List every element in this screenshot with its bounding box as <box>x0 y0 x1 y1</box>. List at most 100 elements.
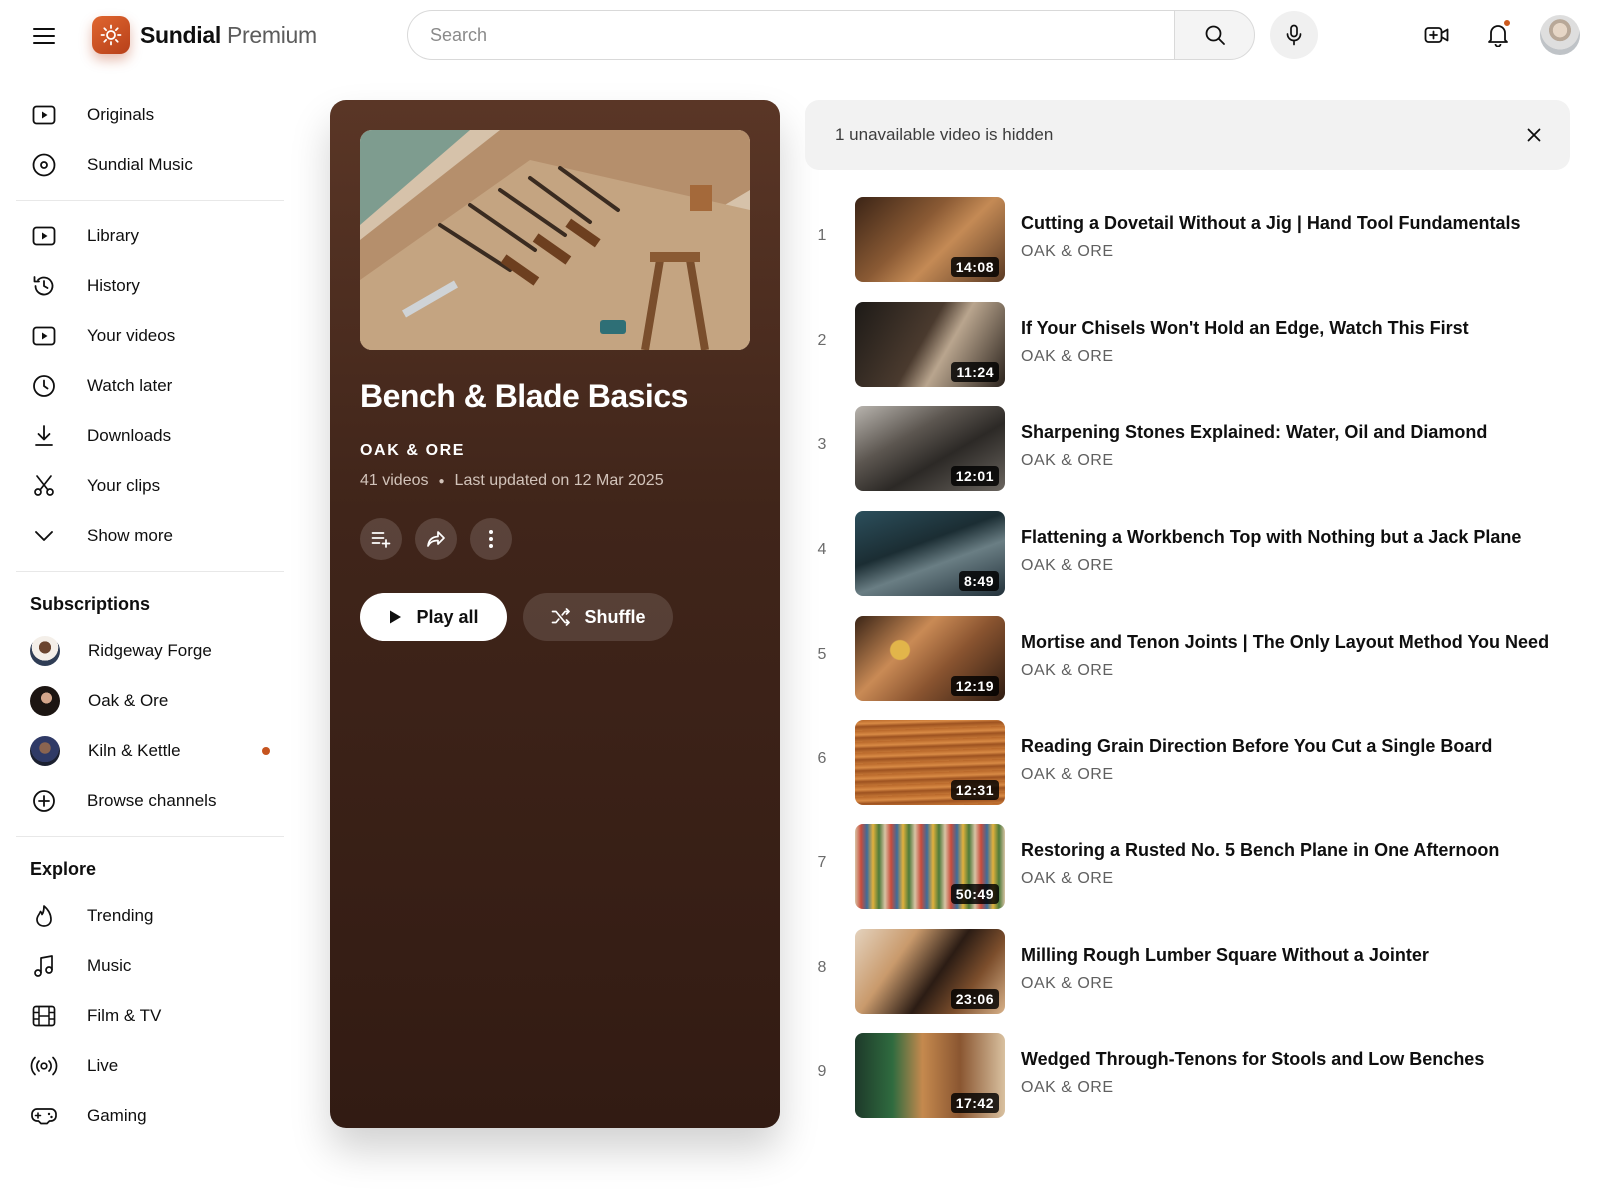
video-channel[interactable]: OAK & ORE <box>1021 662 1114 680</box>
share-icon <box>427 531 445 547</box>
video-title[interactable]: Restoring a Rusted No. 5 Bench Plane in … <box>1021 840 1499 861</box>
notification-badge <box>1503 19 1511 27</box>
playlist-cover-image[interactable] <box>360 130 750 350</box>
video-title[interactable]: Cutting a Dovetail Without a Jig | Hand … <box>1021 213 1521 234</box>
subscription-item[interactable]: Oak & Ore <box>0 676 290 726</box>
share-button[interactable] <box>415 518 457 560</box>
sidebar: Originals Sundial Music Library History … <box>0 90 290 1141</box>
search-input[interactable] <box>407 10 1174 60</box>
sidebar-item-music-app[interactable]: Sundial Music <box>0 140 290 190</box>
video-channel[interactable]: OAK & ORE <box>1021 557 1114 575</box>
sundial-logo[interactable]: Sundial Premium <box>92 16 317 54</box>
video-title[interactable]: Mortise and Tenon Joints | The Only Layo… <box>1021 632 1549 653</box>
video-duration: 17:42 <box>950 1093 999 1113</box>
video-thumbnail[interactable]: 12:31 <box>855 720 1005 805</box>
video-channel[interactable]: OAK & ORE <box>1021 243 1114 261</box>
video-channel[interactable]: OAK & ORE <box>1021 975 1114 993</box>
sidebar-item-show-more[interactable]: Show more <box>0 511 290 561</box>
video-title[interactable]: Sharpening Stones Explained: Water, Oil … <box>1021 422 1487 443</box>
subscription-item[interactable]: Kiln & Kettle <box>0 726 290 776</box>
video-channel[interactable]: OAK & ORE <box>1021 766 1114 784</box>
video-title[interactable]: Flattening a Workbench Top with Nothing … <box>1021 527 1521 548</box>
create-video-button[interactable] <box>1417 15 1457 55</box>
history-icon <box>30 272 58 300</box>
video-thumbnail[interactable]: 17:42 <box>855 1033 1005 1118</box>
video-title[interactable]: If Your Chisels Won't Hold an Edge, Watc… <box>1021 318 1469 339</box>
sidebar-item-library[interactable]: Library <box>0 211 290 261</box>
sidebar-item-music[interactable]: Music <box>0 941 290 991</box>
save-to-library-button[interactable] <box>360 518 402 560</box>
video-title[interactable]: Reading Grain Direction Before You Cut a… <box>1021 736 1492 757</box>
sidebar-item-downloads[interactable]: Downloads <box>0 411 290 461</box>
video-index: 8 <box>817 959 827 976</box>
more-options-button[interactable] <box>470 518 512 560</box>
sidebar-item-film-tv[interactable]: Film & TV <box>0 991 290 1041</box>
play-all-button[interactable]: Play all <box>360 593 507 641</box>
video-thumbnail[interactable]: 8:49 <box>855 511 1005 596</box>
video-thumbnail[interactable]: 12:01 <box>855 406 1005 491</box>
account-avatar[interactable] <box>1540 15 1580 55</box>
playlist-video-row[interactable]: 5 12:19 Mortise and Tenon Joints | The O… <box>805 616 1570 704</box>
voice-search-button[interactable] <box>1270 11 1318 59</box>
playlist-video-row[interactable]: 7 50:49 Restoring a Rusted No. 5 Bench P… <box>805 824 1570 912</box>
video-channel[interactable]: OAK & ORE <box>1021 348 1114 366</box>
sidebar-item-your-videos[interactable]: Your videos <box>0 311 290 361</box>
playlist-video-row[interactable]: 1 14:08 Cutting a Dovetail Without a Jig… <box>805 197 1570 285</box>
shuffle-label: Shuffle <box>584 606 646 627</box>
play-all-label: Play all <box>416 606 479 627</box>
playlist-video-row[interactable]: 3 12:01 Sharpening Stones Explained: Wat… <box>805 406 1570 494</box>
top-header: Sundial Premium <box>0 0 1600 70</box>
sidebar-item-label: Sundial Music <box>87 155 193 174</box>
video-channel[interactable]: OAK & ORE <box>1021 452 1114 470</box>
video-channel[interactable]: OAK & ORE <box>1021 870 1114 888</box>
sidebar-item-label: History <box>87 276 140 295</box>
menu-icon[interactable] <box>26 18 62 54</box>
video-title[interactable]: Wedged Through-Tenons for Stools and Low… <box>1021 1049 1484 1070</box>
video-thumbnail[interactable]: 23:06 <box>855 929 1005 1014</box>
playlist-video-row[interactable]: 2 11:24 If Your Chisels Won't Hold an Ed… <box>805 302 1570 390</box>
your-videos-icon <box>30 322 58 350</box>
download-icon <box>30 422 58 450</box>
video-thumbnail[interactable]: 11:24 <box>855 302 1005 387</box>
sidebar-item-gaming[interactable]: Gaming <box>0 1091 290 1141</box>
sidebar-item-label: Originals <box>87 105 155 124</box>
playlist-channel-link[interactable]: OAK & ORE <box>360 442 465 460</box>
search-button[interactable] <box>1174 10 1255 60</box>
video-channel[interactable]: OAK & ORE <box>1021 1079 1114 1097</box>
sidebar-item-your-clips[interactable]: Your clips <box>0 461 290 511</box>
playlist-video-row[interactable]: 6 12:31 Reading Grain Direction Before Y… <box>805 720 1570 808</box>
video-title[interactable]: Milling Rough Lumber Square Without a Jo… <box>1021 945 1429 966</box>
meta-separator: ● <box>438 475 445 487</box>
sidebar-item-watch-later[interactable]: Watch later <box>0 361 290 411</box>
sidebar-item-live[interactable]: Live <box>0 1041 290 1091</box>
video-thumbnail[interactable]: 12:19 <box>855 616 1005 701</box>
subscription-label: Kiln & Kettle <box>88 741 181 760</box>
playlist-video-row[interactable]: 9 17:42 Wedged Through-Tenons for Stools… <box>805 1033 1570 1121</box>
microphone-icon <box>1286 24 1302 46</box>
disc-icon <box>30 151 58 179</box>
unavailable-videos-banner: 1 unavailable video is hidden <box>805 100 1570 170</box>
dismiss-banner-button[interactable] <box>1520 121 1548 149</box>
subscription-item[interactable]: Ridgeway Forge <box>0 626 290 676</box>
explore-heading: Explore <box>30 859 97 879</box>
shuffle-button[interactable]: Shuffle <box>523 593 673 641</box>
video-index: 3 <box>817 436 827 453</box>
browse-channels-item[interactable]: Browse channels <box>0 776 290 826</box>
channel-avatar <box>30 636 60 666</box>
notifications-button[interactable] <box>1478 15 1518 55</box>
search-icon <box>1205 25 1225 45</box>
video-thumbnail[interactable]: 14:08 <box>855 197 1005 282</box>
video-thumbnail[interactable]: 50:49 <box>855 824 1005 909</box>
playlist-title: Bench & Blade Basics <box>360 378 688 414</box>
film-icon <box>30 1002 58 1030</box>
sidebar-item-trending[interactable]: Trending <box>0 891 290 941</box>
playlist-add-icon <box>371 532 391 548</box>
sidebar-item-label: Downloads <box>87 426 172 445</box>
playlist-video-row[interactable]: 8 23:06 Milling Rough Lumber Square With… <box>805 929 1570 1017</box>
playlist-meta: 41 videos ● Last updated on 12 Mar 2025 <box>360 472 664 490</box>
sidebar-item-originals[interactable]: Originals <box>0 90 290 140</box>
sidebar-item-history[interactable]: History <box>0 261 290 311</box>
playlist-video-row[interactable]: 4 8:49 Flattening a Workbench Top with N… <box>805 511 1570 599</box>
video-index: 2 <box>817 332 827 349</box>
video-camera-plus-icon <box>1424 27 1449 43</box>
